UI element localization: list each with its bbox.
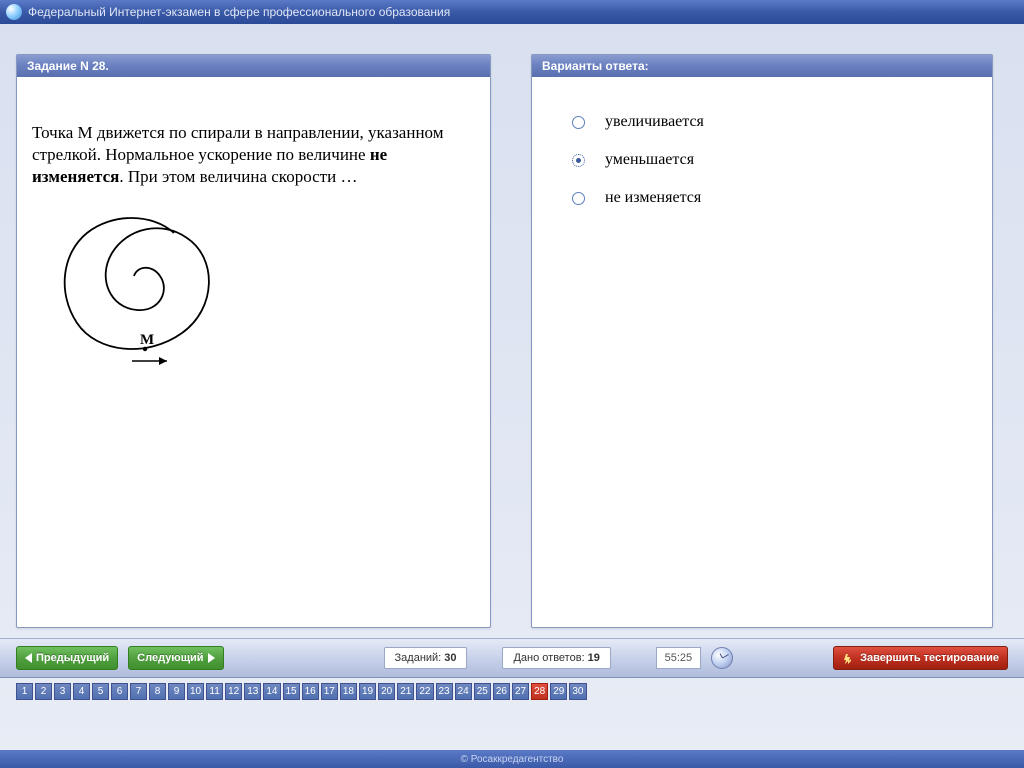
answer-option-3[interactable]: не изменяется	[547, 183, 977, 213]
question-num-23[interactable]: 23	[436, 683, 453, 700]
question-num-11[interactable]: 11	[206, 683, 223, 700]
spiral-figure: M	[32, 198, 475, 373]
question-num-12[interactable]: 12	[225, 683, 242, 700]
answers-body: увеличивается уменьшается не изменяется	[532, 77, 992, 627]
answer-label: увеличивается	[605, 113, 704, 131]
answer-label: не изменяется	[605, 189, 701, 207]
question-num-25[interactable]: 25	[474, 683, 491, 700]
clock-icon	[711, 647, 733, 669]
radio-icon	[572, 154, 585, 167]
finish-button[interactable]: Завершить тестирование	[833, 646, 1008, 670]
radio-icon	[572, 192, 585, 205]
question-num-20[interactable]: 20	[378, 683, 395, 700]
question-num-3[interactable]: 3	[54, 683, 71, 700]
question-num-26[interactable]: 26	[493, 683, 510, 700]
footer: © Росаккредагентство	[0, 750, 1024, 768]
prev-button[interactable]: Предыдущий	[16, 646, 118, 670]
question-num-7[interactable]: 7	[130, 683, 147, 700]
question-num-18[interactable]: 18	[340, 683, 357, 700]
question-text: Точка М движется по спирали в направлени…	[32, 122, 475, 188]
question-num-21[interactable]: 21	[397, 683, 414, 700]
point-m-label: M	[140, 332, 154, 348]
title-bar: Федеральный Интернет-экзамен в сфере про…	[0, 0, 1024, 24]
question-num-8[interactable]: 8	[149, 683, 166, 700]
arrow-left-icon	[25, 653, 32, 663]
tasks-count-box: Заданий: 30	[384, 647, 468, 669]
question-num-4[interactable]: 4	[73, 683, 90, 700]
answered-count-box: Дано ответов: 19	[502, 647, 610, 669]
question-header: Задание N 28.	[17, 55, 490, 77]
answer-option-1[interactable]: увеличивается	[547, 107, 977, 137]
question-panel: Задание N 28. Точка М движется по спирал…	[16, 54, 491, 628]
question-num-19[interactable]: 19	[359, 683, 376, 700]
question-num-24[interactable]: 24	[455, 683, 472, 700]
question-num-30[interactable]: 30	[569, 683, 586, 700]
answers-panel: Варианты ответа: увеличивается уменьшает…	[531, 54, 993, 628]
timer-display: 55:25	[656, 647, 701, 669]
question-num-2[interactable]: 2	[35, 683, 52, 700]
app-title: Федеральный Интернет-экзамен в сфере про…	[28, 5, 450, 19]
answer-label: уменьшается	[605, 151, 694, 169]
navigation-bar: Предыдущий Следующий Заданий: 30 Дано от…	[0, 638, 1024, 678]
question-num-16[interactable]: 16	[302, 683, 319, 700]
arrow-right-icon	[208, 653, 215, 663]
question-num-15[interactable]: 15	[283, 683, 300, 700]
answers-header: Варианты ответа:	[532, 55, 992, 77]
next-button[interactable]: Следующий	[128, 646, 223, 670]
question-body: Точка М движется по спирали в направлени…	[17, 77, 490, 627]
question-num-27[interactable]: 27	[512, 683, 529, 700]
question-num-22[interactable]: 22	[416, 683, 433, 700]
question-num-10[interactable]: 10	[187, 683, 204, 700]
main-area: Задание N 28. Точка М движется по спирал…	[0, 24, 1024, 638]
question-num-28[interactable]: 28	[531, 683, 548, 700]
run-icon	[842, 652, 855, 665]
question-num-17[interactable]: 17	[321, 683, 338, 700]
question-num-14[interactable]: 14	[263, 683, 280, 700]
globe-icon	[6, 4, 22, 20]
question-number-nav: 1234567891011121314151617181920212223242…	[0, 678, 1024, 704]
question-num-9[interactable]: 9	[168, 683, 185, 700]
answer-option-2[interactable]: уменьшается	[547, 145, 977, 175]
question-num-6[interactable]: 6	[111, 683, 128, 700]
radio-icon	[572, 116, 585, 129]
question-num-5[interactable]: 5	[92, 683, 109, 700]
question-num-29[interactable]: 29	[550, 683, 567, 700]
question-num-1[interactable]: 1	[16, 683, 33, 700]
question-num-13[interactable]: 13	[244, 683, 261, 700]
